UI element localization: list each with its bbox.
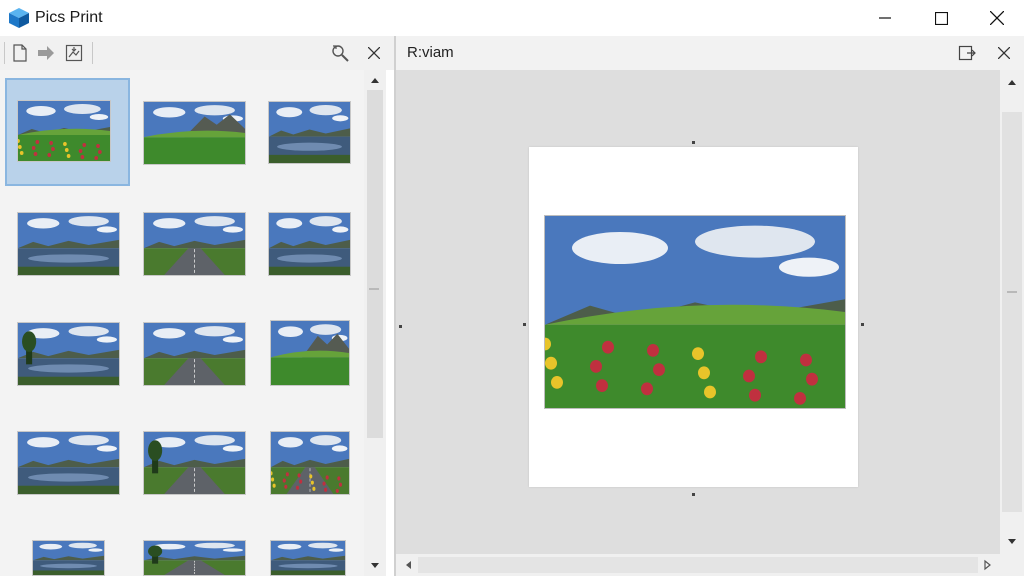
preview-title: R:viam xyxy=(407,44,454,61)
close-preview-button[interactable] xyxy=(992,41,1016,65)
close-window-button[interactable] xyxy=(972,0,1022,36)
forward-button[interactable] xyxy=(34,41,58,65)
minimize-icon xyxy=(879,17,891,19)
resize-handle[interactable] xyxy=(523,323,526,326)
minimize-button[interactable] xyxy=(860,0,910,36)
toolbar-separator xyxy=(92,42,93,64)
close-icon xyxy=(990,11,1004,25)
maximize-button[interactable] xyxy=(916,0,966,36)
thumbnail-item[interactable] xyxy=(17,431,120,495)
preview-image xyxy=(544,215,846,409)
thumbnail-item[interactable] xyxy=(17,100,111,162)
resize-handle[interactable] xyxy=(692,141,695,144)
title-bar: Pics Print xyxy=(0,0,1024,36)
forward-arrow-icon xyxy=(38,46,54,60)
thumbnail-item[interactable] xyxy=(270,540,346,576)
scroll-left-icon[interactable] xyxy=(400,554,416,576)
scrollbar-thumb[interactable] xyxy=(418,557,978,573)
scroll-down-icon[interactable] xyxy=(364,558,386,574)
thumbnail-item[interactable] xyxy=(270,320,350,386)
app-logo-icon xyxy=(8,7,30,29)
thumbnail-item[interactable] xyxy=(17,212,120,276)
thumbnail-item[interactable] xyxy=(268,212,351,276)
export-icon xyxy=(958,45,976,61)
new-document-icon xyxy=(13,44,27,62)
export-button[interactable] xyxy=(955,41,979,65)
thumbnail-item[interactable] xyxy=(143,322,246,386)
thumbnail-item[interactable] xyxy=(32,540,105,576)
new-document-button[interactable] xyxy=(8,41,32,65)
print-page xyxy=(529,147,858,487)
thumbnail-item[interactable] xyxy=(270,431,350,495)
search-refresh-icon xyxy=(332,45,349,62)
scrollbar-grip xyxy=(1007,291,1017,293)
preview-vertical-scrollbar[interactable] xyxy=(1000,70,1024,554)
app-title: Pics Print xyxy=(35,9,103,26)
resize-handle[interactable] xyxy=(692,493,695,496)
thumbnail-item[interactable] xyxy=(17,322,120,386)
close-icon xyxy=(998,47,1010,59)
print-preview-area xyxy=(396,70,1000,554)
thumbnail-item[interactable] xyxy=(143,431,246,495)
close-pane-button[interactable] xyxy=(362,41,386,65)
scroll-right-icon[interactable] xyxy=(980,554,996,576)
image-import-icon xyxy=(65,44,83,62)
resize-handle[interactable] xyxy=(399,325,402,328)
thumbnail-item[interactable] xyxy=(268,101,351,164)
maximize-icon xyxy=(934,11,948,25)
thumbnail-pane xyxy=(0,70,364,576)
scrollbar-grip xyxy=(369,288,379,290)
preview-header: R:viam xyxy=(396,36,1024,70)
close-icon xyxy=(368,47,380,59)
resize-handle[interactable] xyxy=(861,323,864,326)
preview-horizontal-scrollbar[interactable] xyxy=(396,554,1000,576)
scrollbar-thumb[interactable] xyxy=(1002,112,1022,512)
thumbnail-toolbar xyxy=(0,36,394,70)
import-image-button[interactable] xyxy=(62,41,86,65)
toolbar-separator xyxy=(4,42,5,64)
scrollbar-corner xyxy=(1000,554,1024,576)
scroll-down-icon[interactable] xyxy=(1000,534,1024,550)
scrollbar-thumb[interactable] xyxy=(367,90,383,438)
scroll-up-icon[interactable] xyxy=(1000,74,1024,90)
scroll-up-icon[interactable] xyxy=(364,72,386,88)
thumbnail-scrollbar[interactable] xyxy=(364,70,386,576)
thumbnail-item[interactable] xyxy=(143,212,246,276)
thumbnail-item[interactable] xyxy=(143,540,246,576)
thumbnail-item[interactable] xyxy=(143,101,246,165)
search-refresh-button[interactable] xyxy=(328,41,352,65)
